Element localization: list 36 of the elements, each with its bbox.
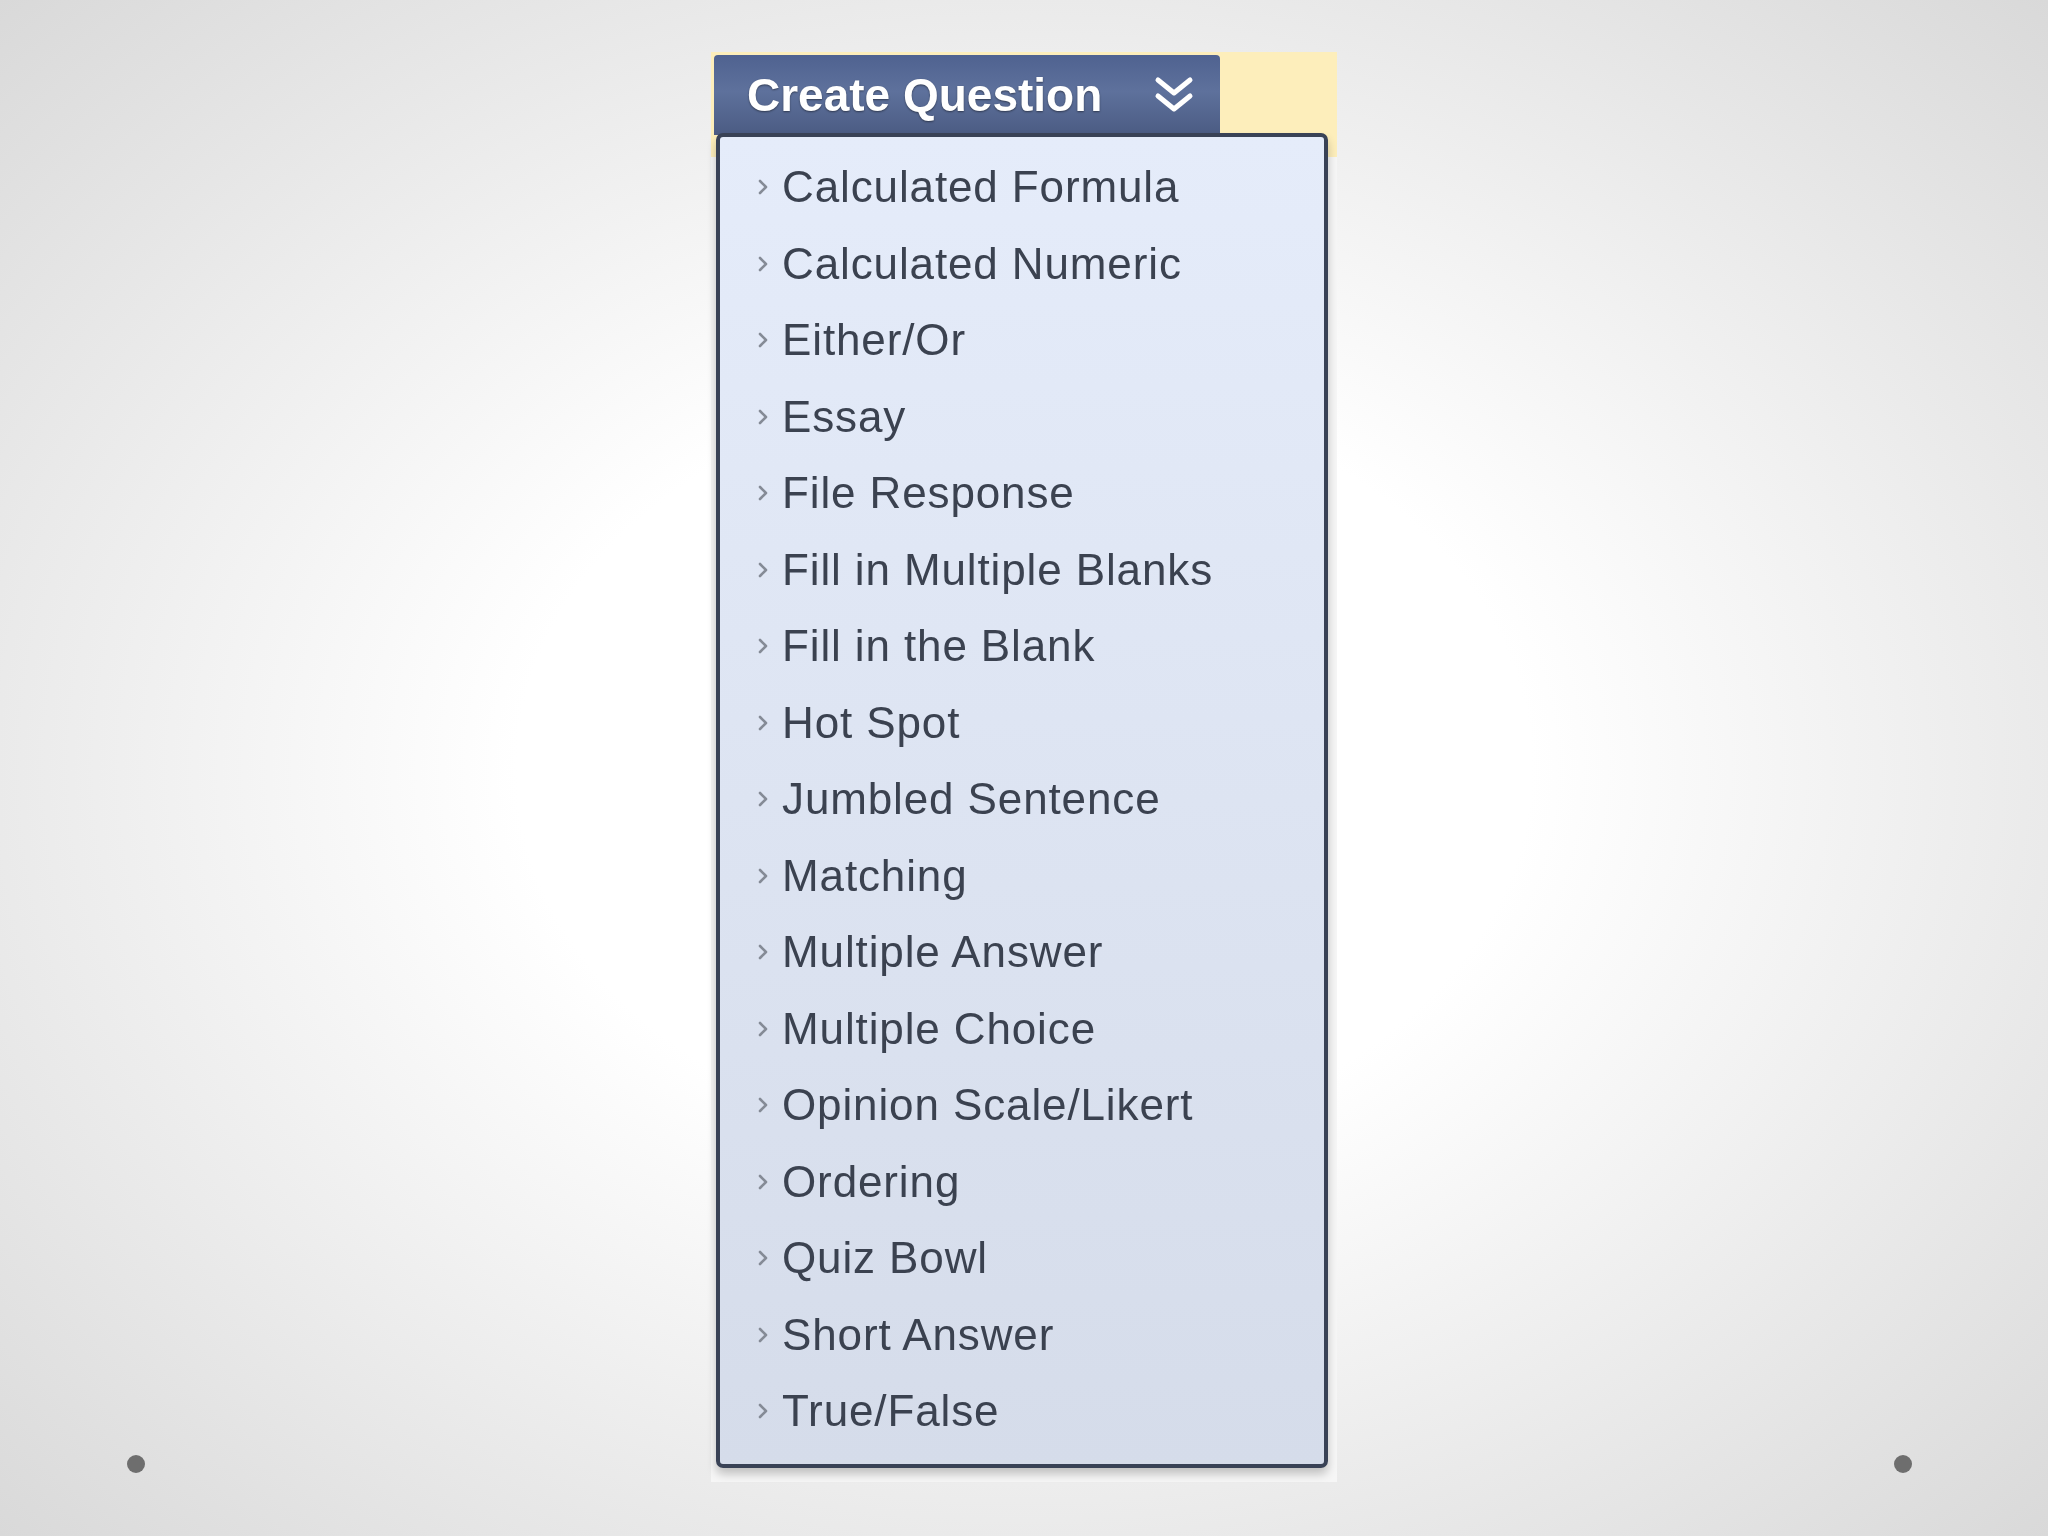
menu-item[interactable]: File Response <box>720 455 1324 532</box>
menu-item[interactable]: Matching <box>720 837 1324 914</box>
chevron-right-icon <box>758 1326 768 1343</box>
chevron-right-icon <box>758 1403 768 1420</box>
menu-item[interactable]: Multiple Answer <box>720 914 1324 991</box>
chevron-right-icon <box>758 714 768 731</box>
menu-item[interactable]: Short Answer <box>720 1296 1324 1373</box>
chevron-right-icon <box>758 561 768 578</box>
menu-item[interactable]: Quiz Bowl <box>720 1220 1324 1297</box>
menu-item[interactable]: Opinion Scale/Likert <box>720 1067 1324 1144</box>
menu-item[interactable]: Calculated Numeric <box>720 225 1324 302</box>
menu-item[interactable]: Fill in Multiple Blanks <box>720 531 1324 608</box>
chevron-right-icon <box>758 255 768 272</box>
menu-item[interactable]: Essay <box>720 378 1324 455</box>
chevron-right-icon <box>758 791 768 808</box>
create-question-button[interactable]: Create Question <box>714 55 1220 135</box>
chevron-right-icon <box>758 408 768 425</box>
chevron-right-icon <box>758 1020 768 1037</box>
chevron-right-icon <box>758 1173 768 1190</box>
menu-item[interactable]: True/False <box>720 1373 1324 1450</box>
chevron-right-icon <box>758 867 768 884</box>
menu-item[interactable]: Calculated Formula <box>720 149 1324 226</box>
menu-item[interactable]: Either/Or <box>720 302 1324 379</box>
chevron-right-icon <box>758 1097 768 1114</box>
menu-item[interactable]: Fill in the Blank <box>720 608 1324 685</box>
chevron-right-icon <box>758 485 768 502</box>
double-chevron-icon <box>1154 76 1194 114</box>
menu-item[interactable]: Jumbled Sentence <box>720 761 1324 838</box>
menu-item[interactable]: Ordering <box>720 1143 1324 1220</box>
chevron-right-icon <box>758 332 768 349</box>
menu-item[interactable]: Multiple Choice <box>720 990 1324 1067</box>
chevron-right-icon <box>758 1250 768 1267</box>
chevron-right-icon <box>758 638 768 655</box>
chevron-right-icon <box>758 944 768 961</box>
chevron-right-icon <box>758 179 768 196</box>
menu-item[interactable]: Hot Spot <box>720 684 1324 761</box>
